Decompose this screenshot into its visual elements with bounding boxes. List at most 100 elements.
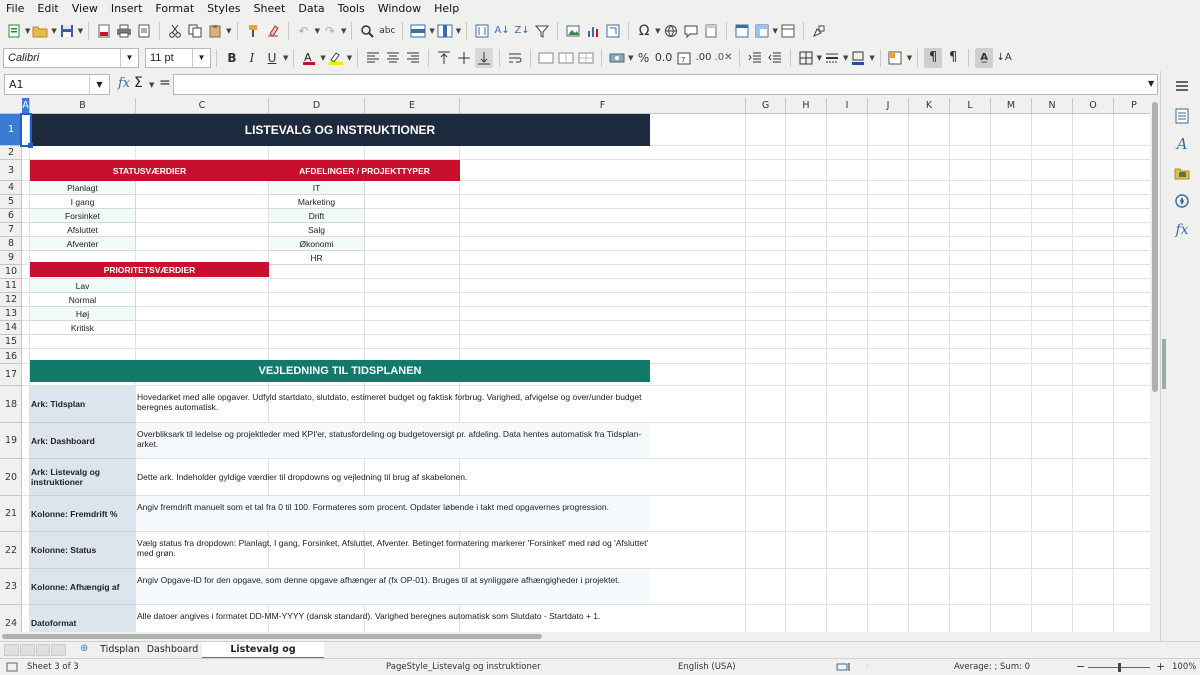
undo-icon[interactable]: ↶	[295, 21, 313, 41]
menu-view[interactable]: View	[72, 2, 98, 15]
unmerge-cells-icon[interactable]	[577, 48, 595, 68]
column-header-a[interactable]: A	[22, 98, 30, 114]
sort-icon[interactable]	[473, 21, 491, 41]
column-header-i[interactable]: I	[827, 98, 868, 114]
guide-value[interactable]: Angiv fremdrift manuelt som et tal fra 0…	[136, 496, 650, 532]
open-dropdown-icon[interactable]: ▼	[51, 27, 56, 35]
spelling-icon[interactable]: abc	[378, 21, 396, 41]
menu-edit[interactable]: Edit	[37, 2, 58, 15]
guide-value[interactable]: Dette ark. Indeholder gyldige værdier ti…	[136, 459, 650, 496]
add-sheet-icon[interactable]: ⊕	[80, 643, 88, 654]
italic-icon[interactable]: I	[243, 48, 261, 68]
right-to-left-icon[interactable]: ¶	[944, 48, 962, 68]
save-dropdown-icon[interactable]: ▼	[78, 27, 83, 35]
underline-dropdown-icon[interactable]: ▼	[283, 54, 288, 62]
page-style[interactable]: PageStyle_Listevalg og instruktioner	[386, 662, 541, 672]
guide-value[interactable]: Alle datoer angives i formatet DD-MM-YYY…	[136, 605, 650, 632]
menu-window[interactable]: Window	[378, 2, 421, 15]
department-item[interactable]: HR	[269, 251, 365, 265]
status-value-item[interactable]: I gang	[30, 195, 136, 209]
column-header-h[interactable]: H	[786, 98, 827, 114]
highlight-color-icon[interactable]	[327, 48, 345, 68]
guide-key[interactable]: Ark: Dashboard	[30, 423, 136, 459]
redo-dropdown-icon[interactable]: ▼	[341, 27, 346, 35]
row-header-17[interactable]: 17	[0, 364, 22, 386]
delete-decimal-icon[interactable]: .0✕	[715, 48, 733, 68]
guide-value[interactable]: Hovedarket med alle opgaver. Udfyld star…	[136, 386, 650, 423]
row-dropdown-icon[interactable]: ▼	[429, 27, 434, 35]
row-header-6[interactable]: 6	[0, 209, 22, 223]
priority-values-header[interactable]: PRIORITETSVÆRDIER	[30, 262, 269, 277]
row-header-10[interactable]: 10	[0, 265, 22, 279]
column-icon[interactable]	[436, 21, 454, 41]
properties-icon[interactable]	[1173, 107, 1191, 125]
text-horizontal-icon[interactable]: A̲	[975, 47, 994, 68]
guide-key[interactable]: Kolonne: Afhængig af	[30, 569, 136, 605]
row-header-5[interactable]: 5	[0, 195, 22, 209]
font-color-icon[interactable]: A	[300, 48, 318, 68]
guide-key[interactable]: Ark: Tidsplan	[30, 386, 136, 423]
guide-value[interactable]: Angiv Opgave-ID for den opgave, som denn…	[136, 569, 650, 605]
formula-input[interactable]	[173, 74, 1158, 95]
menu-insert[interactable]: Insert	[111, 2, 143, 15]
tab-listevalg-og-instruktioner[interactable]: Listevalg og instruktioner	[202, 642, 324, 671]
row-header-16[interactable]: 16	[0, 349, 22, 364]
hyperlink-icon[interactable]	[662, 21, 680, 41]
export-pdf-icon[interactable]	[95, 21, 113, 41]
status-values-header[interactable]: STATUSVÆRDIER	[30, 160, 269, 181]
row-header-7[interactable]: 7	[0, 223, 22, 237]
split-window-icon[interactable]	[779, 21, 797, 41]
tab-dashboard[interactable]: Dashboard	[145, 642, 200, 659]
row-header-3[interactable]: 3	[0, 160, 22, 181]
row-icon[interactable]	[409, 21, 427, 41]
department-item[interactable]: Drift	[269, 209, 365, 223]
column-header-n[interactable]: N	[1032, 98, 1073, 114]
column-header-p[interactable]: P	[1114, 98, 1155, 114]
column-dropdown-icon[interactable]: ▼	[456, 27, 461, 35]
row-header-8[interactable]: 8	[0, 237, 22, 251]
column-header-o[interactable]: O	[1073, 98, 1114, 114]
cut-icon[interactable]	[166, 21, 184, 41]
name-box[interactable]: A1 ▼	[4, 74, 110, 95]
horizontal-scrollbar[interactable]	[0, 632, 1160, 641]
menu-styles[interactable]: Styles	[207, 2, 240, 15]
selection-summary[interactable]: Average: ; Sum: 0	[954, 662, 1030, 672]
new-dropdown-icon[interactable]: ▼	[25, 27, 30, 35]
currency-format-icon[interactable]	[608, 48, 626, 68]
border-style-icon[interactable]	[823, 48, 841, 68]
wrap-text-icon[interactable]	[506, 48, 524, 68]
column-header-j[interactable]: J	[868, 98, 909, 114]
guide-key[interactable]: Datoformat	[30, 605, 136, 632]
column-header-d[interactable]: D	[269, 98, 365, 114]
row-header-19[interactable]: 19	[0, 423, 22, 459]
vertical-scroll-thumb[interactable]	[1152, 102, 1158, 392]
row-header-14[interactable]: 14	[0, 321, 22, 335]
menu-file[interactable]: File	[6, 2, 24, 15]
print-preview-icon[interactable]	[135, 21, 153, 41]
conditional-format-dropdown-icon[interactable]: ▼	[907, 54, 912, 62]
text-vertical-icon[interactable]: ↓A	[995, 48, 1013, 68]
row-header-2[interactable]: 2	[0, 146, 22, 160]
menu-tools[interactable]: Tools	[338, 2, 365, 15]
zoom-slider-knob[interactable]	[1118, 663, 1121, 672]
status-value-item[interactable]: Afventer	[30, 237, 136, 251]
sidebar-menu-icon[interactable]	[1173, 77, 1191, 95]
sum-dropdown-icon[interactable]: ▼	[149, 81, 154, 89]
font-name-dropdown-icon[interactable]: ▼	[120, 48, 138, 67]
row-header-24[interactable]: 24	[0, 605, 22, 632]
align-left-icon[interactable]	[364, 48, 382, 68]
language[interactable]: English (USA)	[678, 662, 736, 672]
number-format-icon[interactable]: 0.0	[655, 48, 673, 68]
vertical-scrollbar[interactable]	[1150, 98, 1160, 632]
print-icon[interactable]	[115, 21, 133, 41]
align-top-icon[interactable]	[435, 48, 453, 68]
find-replace-icon[interactable]	[358, 21, 376, 41]
redo-icon[interactable]: ↷	[321, 21, 339, 41]
undo-dropdown-icon[interactable]: ▼	[315, 27, 320, 35]
add-decimal-icon[interactable]: .00	[695, 48, 713, 68]
status-save-icon[interactable]	[6, 662, 18, 672]
tab-tidsplan[interactable]: Tidsplan	[97, 642, 143, 659]
name-box-dropdown-icon[interactable]: ▼	[89, 75, 109, 94]
row-header-22[interactable]: 22	[0, 532, 22, 569]
digital-signature-icon[interactable]: ·	[866, 662, 869, 672]
